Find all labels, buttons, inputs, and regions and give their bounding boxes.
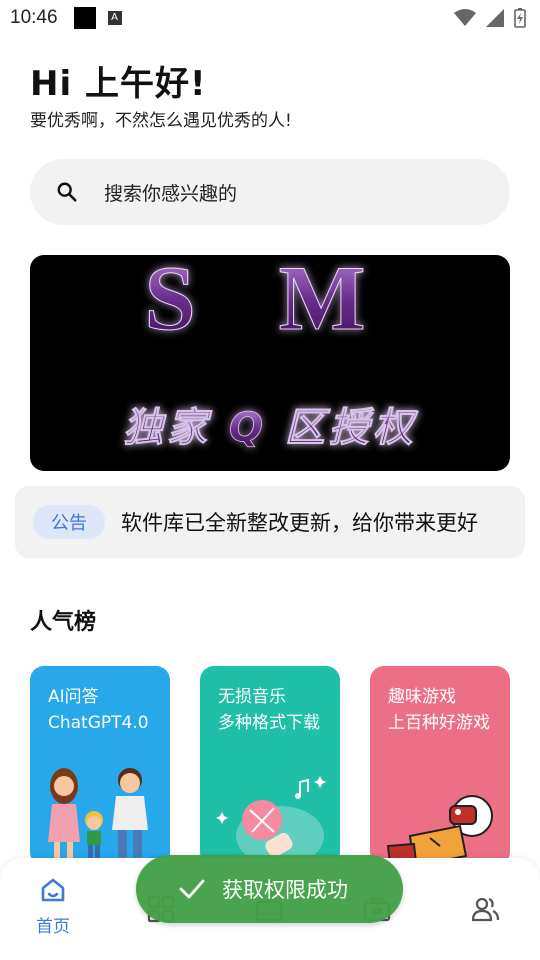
wifi-icon <box>454 9 476 26</box>
microphone-illustration <box>216 776 326 866</box>
popular-card-games[interactable]: 趣味游戏 上百种好游戏 <box>370 666 510 866</box>
announcement-tag: 公告 <box>33 505 105 539</box>
banner-subtitle: 独家 Q 区授权 <box>123 405 419 451</box>
card-title: 趣味游戏 上百种好游戏 <box>388 687 490 733</box>
popular-section-title: 人气榜 <box>30 610 97 635</box>
nav-label-home: 首页 <box>36 917 70 937</box>
status-time: 10:46 <box>10 7 58 28</box>
greeting-subtitle: 要优秀啊，不然怎么遇见优秀的人! <box>30 111 292 131</box>
users-icon <box>471 897 500 922</box>
banner-image[interactable]: S M 独家 Q 区授权 <box>30 255 510 471</box>
popular-card-ai[interactable]: AI问答 ChatGPT4.0 <box>30 666 170 866</box>
popular-card-music[interactable]: 无损音乐 多种格式下载 <box>200 666 340 866</box>
card-title: 无损音乐 多种格式下载 <box>218 687 320 733</box>
announcement-bar[interactable]: 公告 软件库已全新整改更新，给你带来更好 <box>15 486 525 558</box>
check-icon <box>179 879 205 899</box>
game-player-illustration <box>386 795 493 866</box>
nav-item-home[interactable]: 首页 <box>23 876 83 937</box>
notification-icon <box>73 7 96 29</box>
toast-text: 获取权限成功 <box>222 878 348 902</box>
family-illustration <box>48 768 148 864</box>
card-title: AI问答 ChatGPT4.0 <box>48 687 149 733</box>
banner-title: S M <box>145 255 396 349</box>
announcement-text: 软件库已全新整改更新，给你带来更好 <box>121 511 478 535</box>
nav-item-users[interactable] <box>455 894 515 924</box>
keyboard-a-icon: A <box>107 11 122 25</box>
battery-charging-icon <box>514 8 526 28</box>
home-icon <box>41 878 65 902</box>
search-icon <box>57 182 77 202</box>
status-bar: 10:46 A <box>0 0 540 36</box>
search-input[interactable]: 搜索你感兴趣的 <box>104 179 237 206</box>
greeting-title: Hi 上午好! <box>30 64 207 104</box>
search-bar[interactable]: 搜索你感兴趣的 <box>30 159 510 225</box>
success-toast: 获取权限成功 <box>136 855 403 923</box>
signal-icon <box>486 9 504 27</box>
